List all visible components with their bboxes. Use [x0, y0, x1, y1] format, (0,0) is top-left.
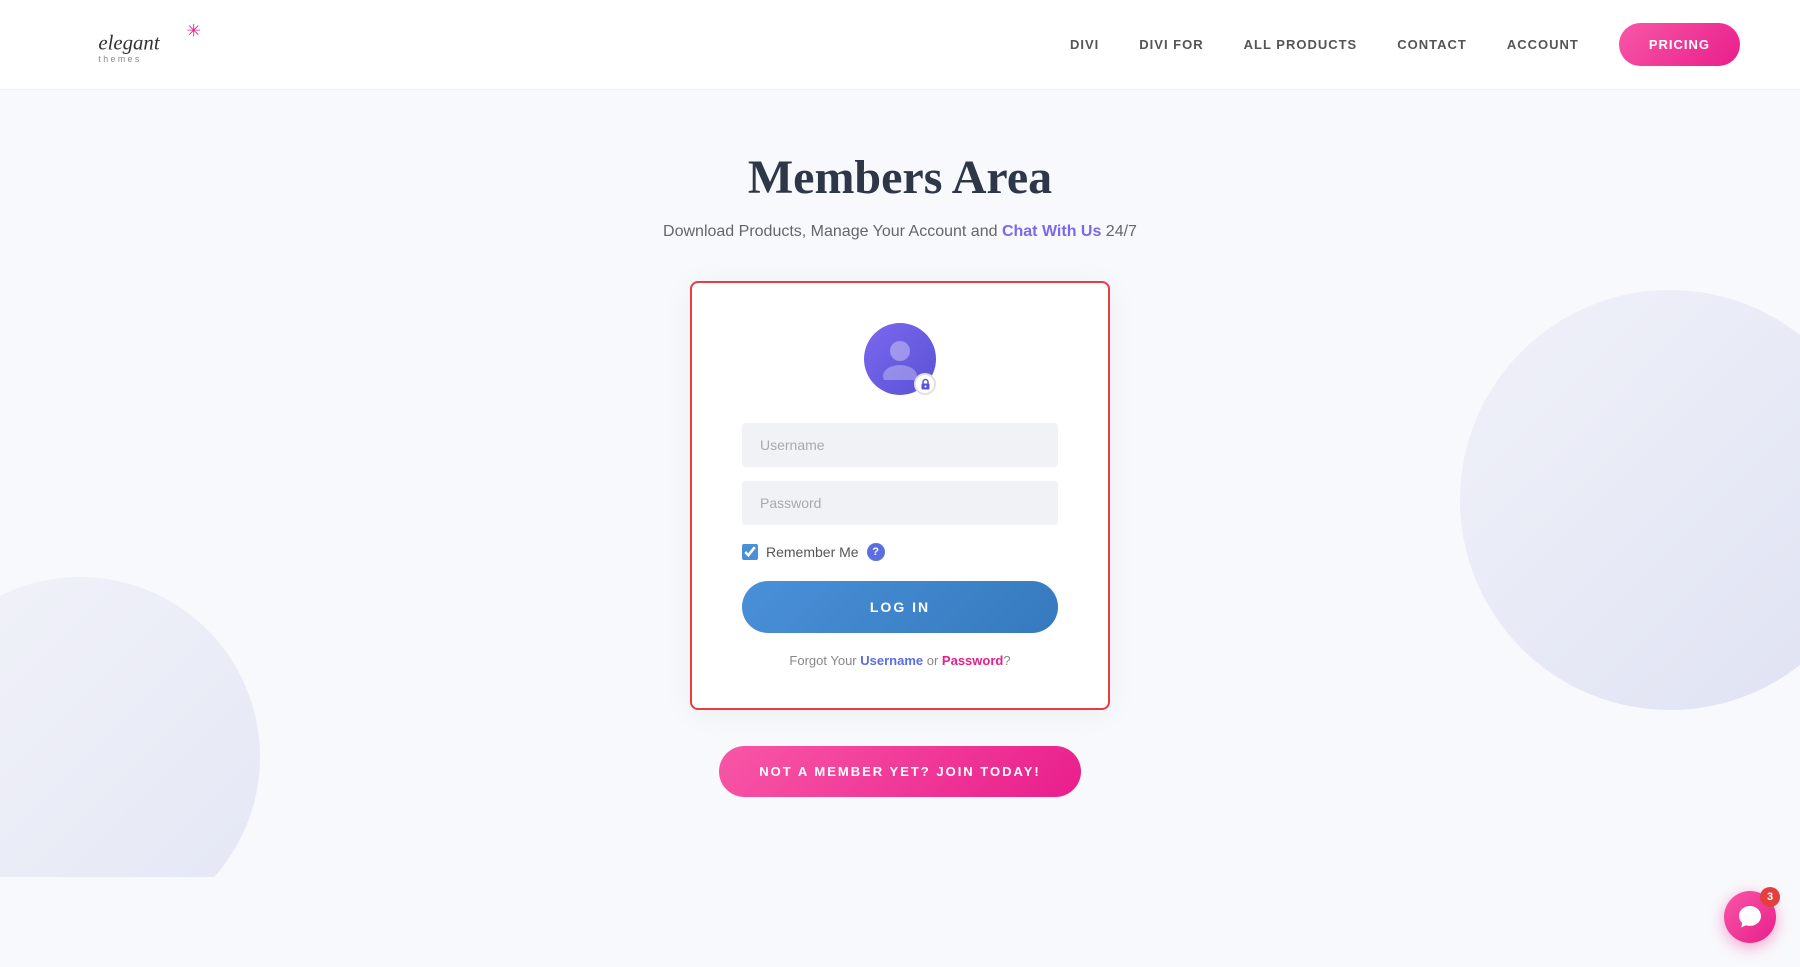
lock-badge-icon — [914, 373, 936, 395]
nav-item-all-products[interactable]: ALL PRODUCTS — [1244, 37, 1358, 52]
main-content: Members Area Download Products, Manage Y… — [0, 90, 1800, 877]
subtitle: Download Products, Manage Your Account a… — [663, 223, 1137, 241]
remember-help-icon[interactable]: ? — [867, 543, 885, 561]
subtitle-text-before: Download Products, Manage Your Account a… — [663, 223, 1002, 240]
nav-item-divi-for[interactable]: DIVI FOR — [1139, 37, 1203, 52]
remember-me-row: Remember Me ? — [742, 543, 1058, 561]
site-header: elegant themes ✳ DIVI DIVI FOR ALL PRODU… — [0, 0, 1800, 90]
username-input[interactable] — [742, 423, 1058, 467]
decorative-circle-left — [0, 577, 260, 877]
main-nav: DIVI DIVI FOR ALL PRODUCTS CONTACT ACCOU… — [1070, 23, 1740, 66]
svg-text:elegant: elegant — [98, 31, 160, 54]
password-input[interactable] — [742, 481, 1058, 525]
decorative-circle-right — [1460, 290, 1800, 710]
forgot-password-link[interactable]: Password — [942, 653, 1003, 668]
remember-me-label: Remember Me — [766, 544, 859, 560]
subtitle-text-after: 24/7 — [1101, 223, 1137, 240]
login-card: Remember Me ? LOG IN Forgot Your Usernam… — [690, 281, 1110, 710]
chat-widget[interactable]: 3 — [1724, 891, 1776, 943]
logo[interactable]: elegant themes ✳ — [60, 15, 220, 75]
nav-item-account[interactable]: ACCOUNT — [1507, 37, 1579, 52]
join-today-button[interactable]: NOT A MEMBER YET? JOIN TODAY! — [719, 746, 1080, 797]
pricing-button[interactable]: PRICING — [1619, 23, 1740, 66]
chat-icon — [1737, 904, 1763, 930]
forgot-or: or — [923, 653, 942, 668]
remember-me-checkbox[interactable] — [742, 544, 758, 560]
svg-text:themes: themes — [98, 54, 141, 64]
chat-with-us-link[interactable]: Chat With Us — [1002, 223, 1101, 240]
forgot-suffix: ? — [1003, 653, 1010, 668]
nav-item-contact[interactable]: CONTACT — [1397, 37, 1467, 52]
forgot-username-link[interactable]: Username — [860, 653, 923, 668]
chat-badge: 3 — [1760, 887, 1780, 907]
nav-item-divi[interactable]: DIVI — [1070, 37, 1099, 52]
forgot-text: Forgot Your Username or Password? — [789, 653, 1010, 668]
forgot-prefix: Forgot Your — [789, 653, 860, 668]
page-title: Members Area — [748, 150, 1052, 205]
login-button[interactable]: LOG IN — [742, 581, 1058, 633]
user-avatar-icon — [864, 323, 936, 395]
svg-text:✳: ✳ — [186, 20, 201, 40]
